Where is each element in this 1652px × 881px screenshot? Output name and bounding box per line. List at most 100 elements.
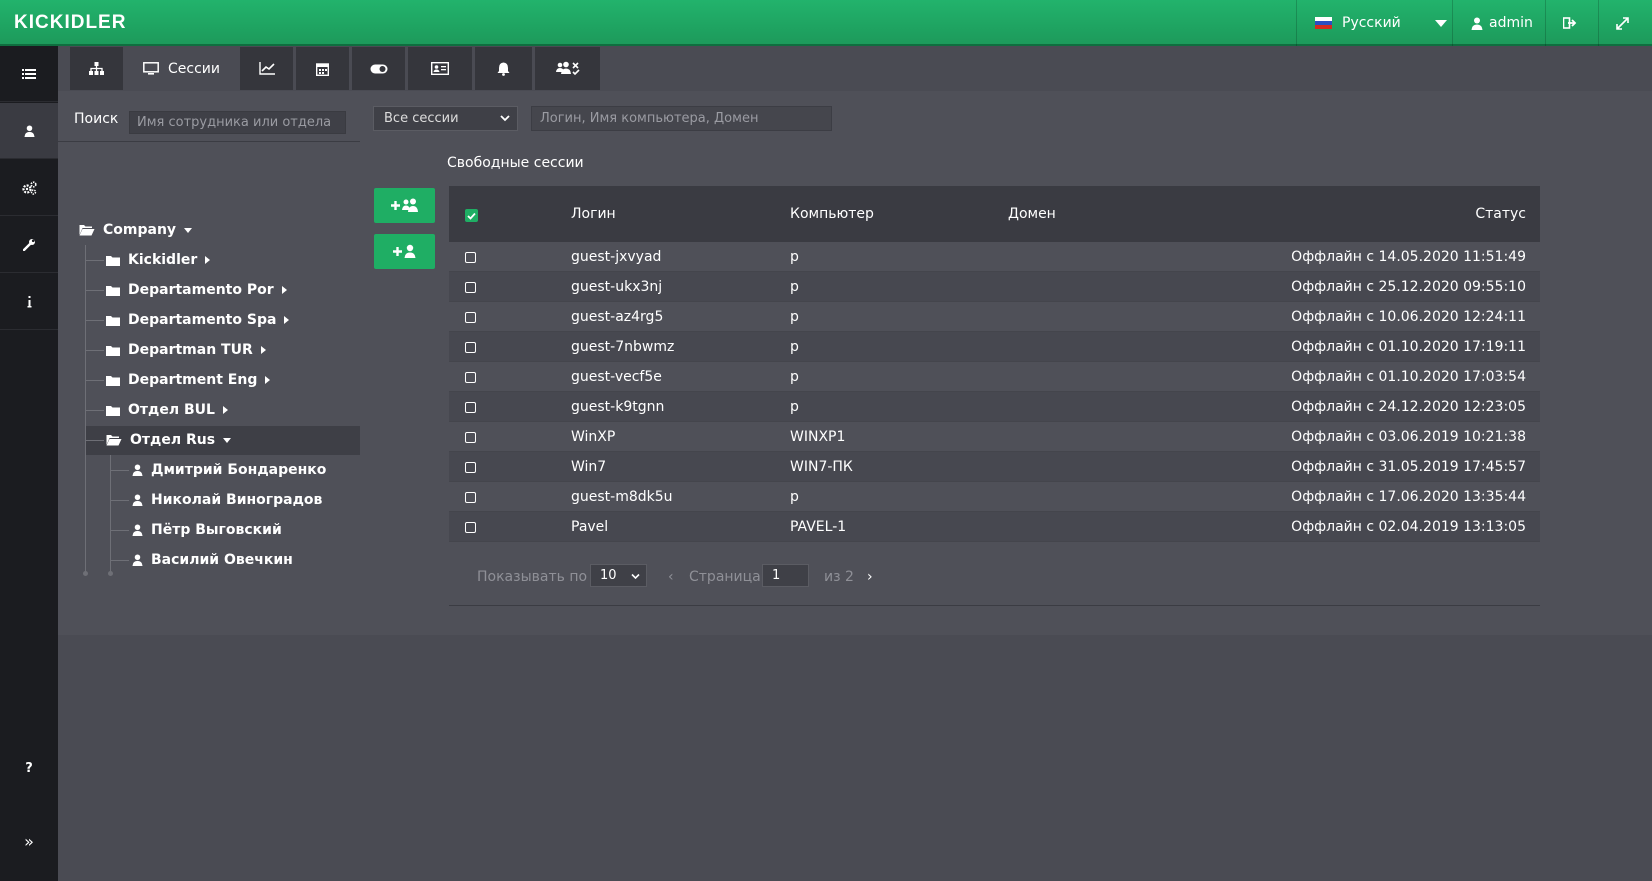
tree-node-department[interactable]: Kickidler (106, 246, 211, 274)
tree-node-department[interactable]: Departamento Spa (106, 306, 290, 334)
row-checkbox[interactable] (465, 252, 476, 263)
table-row[interactable]: guest-m8dk5u p Оффлайн с 17.06.2020 13:3… (449, 482, 1540, 512)
select-value: Все сессии (384, 111, 459, 126)
tree-node-department-selected[interactable]: Отдел Rus (106, 426, 232, 454)
table-row[interactable]: guest-7nbwmz p Оффлайн с 01.10.2020 17:1… (449, 332, 1540, 362)
cell-status: Оффлайн с 02.04.2019 13:13:05 (1291, 519, 1526, 535)
folder-icon (106, 315, 120, 326)
page-number-input[interactable] (762, 564, 809, 587)
tree-node-department[interactable]: Departman TUR (106, 336, 266, 364)
tree-node-department[interactable]: Departamento Por (106, 276, 287, 304)
user-icon (132, 494, 143, 506)
left-sidebar: ? » (0, 46, 58, 881)
sidebar-expand-button[interactable]: » (0, 821, 58, 861)
chevron-down-icon (1434, 19, 1447, 27)
table-row[interactable]: Win7 WIN7-ПК Оффлайн с 31.05.2019 17:45:… (449, 452, 1540, 482)
sidebar-item-info[interactable] (0, 274, 58, 330)
sidebar-item-tools[interactable] (0, 217, 58, 273)
row-checkbox[interactable] (465, 492, 476, 503)
caret-right-icon (205, 256, 211, 264)
caret-right-icon (281, 286, 287, 294)
column-header-login[interactable]: Логин (571, 206, 616, 222)
tree-branch (111, 560, 129, 561)
table-row[interactable]: WinXP WINXP1 Оффлайн с 03.06.2019 10:21:… (449, 422, 1540, 452)
tab-statistics[interactable] (240, 47, 293, 90)
tree-node-employee[interactable]: Василий Овечкин (132, 546, 293, 574)
page-count-label: из 2 (824, 569, 854, 585)
tree-branch (111, 470, 129, 471)
tab-bar: Сессии (58, 46, 1652, 91)
logout-button[interactable] (1563, 0, 1577, 46)
tree-node-label: Дмитрий Бондаренко (151, 462, 327, 478)
logout-icon (1563, 17, 1577, 29)
tab-sessions[interactable]: Сессии (126, 47, 237, 90)
row-checkbox[interactable] (465, 402, 476, 413)
tab-profile[interactable] (408, 47, 472, 90)
employee-search-input[interactable] (129, 111, 346, 134)
row-checkbox[interactable] (465, 282, 476, 293)
tree-guide-line (110, 455, 111, 574)
cell-computer: WIN7-ПК (790, 459, 853, 475)
table-row[interactable]: Pavel PAVEL-1 Оффлайн с 02.04.2019 13:13… (449, 512, 1540, 542)
tree-node-department[interactable]: Department Eng (106, 366, 271, 394)
row-checkbox[interactable] (465, 462, 476, 473)
row-checkbox[interactable] (465, 522, 476, 533)
tab-group-remove[interactable] (535, 47, 600, 90)
prev-page-button[interactable]: ‹ (668, 566, 674, 588)
column-header-domain[interactable]: Домен (1008, 206, 1056, 222)
fullscreen-button[interactable] (1616, 0, 1629, 46)
column-header-status[interactable]: Статус (1475, 206, 1526, 222)
table-row[interactable]: guest-vecf5e p Оффлайн с 01.10.2020 17:0… (449, 362, 1540, 392)
sidebar-item-employees[interactable] (0, 103, 58, 159)
table-row[interactable]: guest-ukx3nj p Оффлайн с 25.12.2020 09:5… (449, 272, 1540, 302)
tab-activity[interactable] (352, 47, 405, 90)
tree-node-department[interactable]: Отдел BUL (106, 396, 228, 424)
page-size-select[interactable]: 10 (590, 564, 647, 587)
table-row[interactable]: guest-k9tgnn p Оффлайн с 24.12.2020 12:2… (449, 392, 1540, 422)
tree-node-employee[interactable]: Пётр Выговский (132, 516, 282, 544)
add-user-button[interactable] (374, 234, 435, 269)
row-checkbox[interactable] (465, 372, 476, 383)
folder-icon (106, 375, 120, 386)
user-icon (132, 554, 143, 566)
tree-node-company[interactable]: Company (79, 216, 193, 244)
user-menu[interactable]: admin (1471, 0, 1533, 46)
sidebar-item-settings[interactable] (0, 160, 58, 216)
cell-computer: p (790, 489, 799, 505)
tab-structure[interactable] (70, 47, 123, 90)
row-checkbox[interactable] (465, 342, 476, 353)
sidebar-item-list[interactable] (0, 46, 58, 102)
list-icon (22, 68, 36, 79)
column-header-computer[interactable]: Компьютер (790, 206, 874, 222)
tree-node-employee[interactable]: Николай Виноградов (132, 486, 322, 514)
tree-node-label: Kickidler (128, 252, 198, 268)
sessions-table: Логин Компьютер Домен Статус guest-jxvya… (449, 186, 1540, 542)
row-checkbox[interactable] (465, 312, 476, 323)
cell-computer: p (790, 309, 799, 325)
session-search-input[interactable] (531, 106, 832, 131)
bell-icon (497, 62, 510, 76)
language-selector[interactable]: Русский (1315, 0, 1447, 46)
help-button[interactable]: ? (0, 748, 58, 788)
tree-branch (111, 500, 129, 501)
session-filter-select[interactable]: Все сессии (373, 106, 518, 131)
top-bar: KICKIDLER Русский admin (0, 0, 1652, 46)
add-to-group-button[interactable] (374, 188, 435, 223)
cell-computer: p (790, 249, 799, 265)
cell-status: Оффлайн с 01.10.2020 17:03:54 (1291, 369, 1526, 385)
tab-notifications[interactable] (475, 47, 532, 90)
row-checkbox[interactable] (465, 432, 476, 443)
page-label: Страница (689, 569, 761, 585)
app-logo[interactable]: KICKIDLER (14, 12, 126, 34)
tree-node-employee[interactable]: Дмитрий Бондаренко (132, 456, 326, 484)
caret-down-icon (223, 437, 232, 443)
next-page-button[interactable]: › (867, 566, 873, 588)
tab-calendar[interactable] (296, 47, 349, 90)
gears-icon (21, 180, 37, 195)
users-x-icon (555, 61, 580, 76)
select-all-checkbox[interactable] (465, 209, 478, 222)
tree-guide-dot (108, 571, 113, 576)
table-row[interactable]: guest-jxvyad p Оффлайн с 14.05.2020 11:5… (449, 242, 1540, 272)
table-row[interactable]: guest-az4rg5 p Оффлайн с 10.06.2020 12:2… (449, 302, 1540, 332)
cell-computer: p (790, 399, 799, 415)
